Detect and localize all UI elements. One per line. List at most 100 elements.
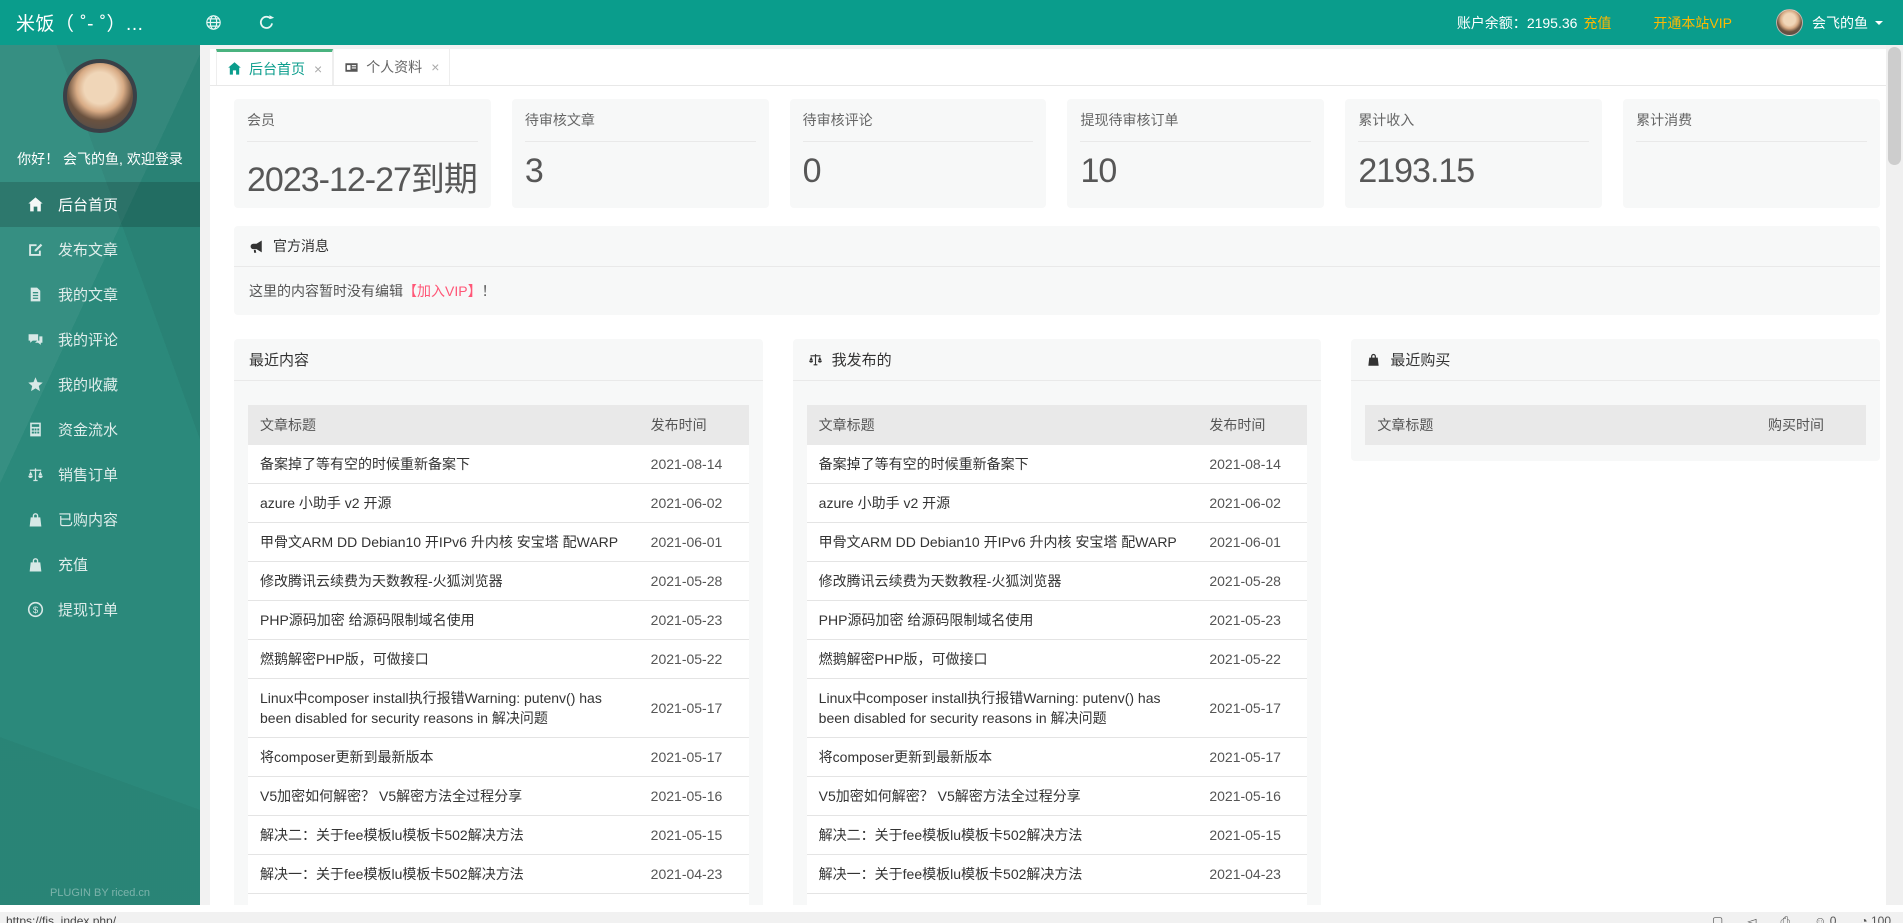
article-date: 2021-05-23 (639, 601, 749, 640)
article-row: PHP源码加密 给源码限制域名使用 2021-05-23 (807, 601, 1308, 640)
article-title-link[interactable]: Linux中composer install执行报错Warning: puten… (807, 679, 1198, 738)
star-icon (27, 376, 44, 393)
sidebar-item-my-comments[interactable]: 我的评论 (0, 317, 200, 362)
article-date: 2021-05-22 (1197, 640, 1307, 679)
sidebar-item-publish-article[interactable]: 发布文章 (0, 227, 200, 272)
article-title-link[interactable]: 解决一：关于fee模板lu模板卡502解决方法 (807, 855, 1198, 894)
article-date: 2021-05-23 (1197, 601, 1307, 640)
sidebar-item-purchased-content[interactable]: 已购内容 (0, 497, 200, 542)
article-date: 2021-05-16 (639, 777, 749, 816)
article-title-link[interactable]: 燃鹅解密PHP版，可做接口 (248, 640, 639, 679)
recent-purchases-panel: 最近购买 文章标题 购买时间 (1351, 339, 1880, 461)
article-row: 将composer更新到最新版本 2021-05-17 (807, 738, 1308, 777)
topbar: 米饭（ ˚- ˚）... 账户余额： 2195.36 充值 开通本站VIP 会飞… (0, 0, 1903, 45)
article-date: 2021-05-17 (1197, 679, 1307, 738)
article-title-link[interactable]: 燃鹅解密PHP版，可做接口 (807, 640, 1198, 679)
article-title-link[interactable]: 修改腾讯云续费为天数教程-火狐浏览器 (807, 562, 1198, 601)
open-vip-link[interactable]: 开通本站VIP (1653, 13, 1732, 33)
article-title-link[interactable]: azure 小助手 v2 开源 (248, 484, 639, 523)
article-date: 2021-05-16 (1197, 777, 1307, 816)
stat-value: 3 (525, 142, 756, 191)
article-date: 2021-06-01 (1197, 523, 1307, 562)
article-title-link[interactable]: Linux中composer install执行报错Warning: puten… (248, 679, 639, 738)
article-row: 解决二：关于fee模板lu模板卡502解决方法 2021-05-15 (807, 816, 1308, 855)
status-bar-strip: https://fis..index.php/ ▢◅⎙☺ 0◔ 100 (0, 912, 1903, 923)
column-header-title: 文章标题 (248, 405, 639, 445)
sidebar-item-my-articles[interactable]: 我的文章 (0, 272, 200, 317)
article-row: 解决二：关于fee模板lu模板卡502解决方法 2021-05-15 (248, 816, 749, 855)
panel-title: 最近购买 (1390, 349, 1450, 370)
plugin-credit: PLUGIN BY riced.cn (0, 887, 200, 899)
article-title-link[interactable]: 解决一：关于fee模板lu模板卡502解决方法 (248, 855, 639, 894)
article-date: 2021-06-01 (639, 523, 749, 562)
article-title-link[interactable]: azure 小助手 v2 开源 (807, 484, 1198, 523)
article-title-link[interactable]: 将composer更新到最新版本 (807, 738, 1198, 777)
notice-text: ！ (482, 283, 496, 299)
recharge-link[interactable]: 充值 (1583, 13, 1611, 33)
profile-block: 你好！ 会飞的鱼, 欢迎登录 (0, 45, 200, 177)
article-title-link[interactable]: 最近琐事比较多没时间上网站会员开始正常更新 (807, 894, 1198, 906)
profile-avatar[interactable] (63, 59, 137, 133)
stat-card-total-spent: 累计消费 (1623, 99, 1880, 208)
article-title-link[interactable]: PHP源码加密 给源码限制域名使用 (248, 601, 639, 640)
username[interactable]: 会飞的鱼 (1812, 13, 1868, 33)
status-icons: ▢◅⎙☺ 0◔ 100 (1712, 914, 1891, 923)
close-icon[interactable]: × (431, 60, 439, 74)
home-icon (227, 61, 242, 76)
article-title-link[interactable]: PHP源码加密 给源码限制域名使用 (807, 601, 1198, 640)
site-logo[interactable]: 米饭（ ˚- ˚）... (16, 9, 143, 36)
column-header-time: 发布时间 (1197, 405, 1307, 445)
sidebar-item-dashboard[interactable]: 后台首页 (0, 182, 200, 227)
article-title-link[interactable]: 最近琐事比较多没时间上网站会员开始正常更新 (248, 894, 639, 906)
globe-icon[interactable] (205, 14, 222, 31)
tab-dashboard[interactable]: 后台首页 × (216, 49, 333, 85)
sidebar-item-recharge[interactable]: 充值 (0, 542, 200, 587)
join-vip-link[interactable]: 【加入VIP】 (403, 283, 482, 299)
bag-icon (27, 511, 44, 528)
sidebar-item-my-favorites[interactable]: 我的收藏 (0, 362, 200, 407)
chevron-down-icon[interactable] (1875, 21, 1883, 29)
article-title-link[interactable]: V5加密如何解密？ V5解密方法全过程分享 (807, 777, 1198, 816)
stat-card-membership: 会员 2023-12-27到期 (234, 99, 491, 208)
scale-icon (808, 352, 823, 367)
close-icon[interactable]: × (314, 62, 322, 76)
article-title-link[interactable]: 备案掉了等有空的时候重新备案下 (807, 445, 1198, 484)
my-published-table: 文章标题 发布时间 备案掉了等有空的时候重新备案下 2021-08-14 (807, 405, 1308, 905)
vertical-scrollbar[interactable] (1886, 45, 1903, 905)
article-row: 甲骨文ARM DD Debian10 开IPv6 升内核 安宝塔 配WARP 2… (248, 523, 749, 562)
article-row: 解决一：关于fee模板lu模板卡502解决方法 2021-04-23 (807, 855, 1308, 894)
sidebar-item-label: 后台首页 (58, 194, 118, 215)
article-title-link[interactable]: 备案掉了等有空的时候重新备案下 (248, 445, 639, 484)
stat-card-pending-comments: 待审核评论 0 (790, 99, 1047, 208)
article-title-link[interactable]: 甲骨文ARM DD Debian10 开IPv6 升内核 安宝塔 配WARP (807, 523, 1198, 562)
article-title-link[interactable]: 甲骨文ARM DD Debian10 开IPv6 升内核 安宝塔 配WARP (248, 523, 639, 562)
edit-icon (27, 241, 44, 258)
article-row: 修改腾讯云续费为天数教程-火狐浏览器 2021-05-28 (807, 562, 1308, 601)
article-title-link[interactable]: 解决二：关于fee模板lu模板卡502解决方法 (807, 816, 1198, 855)
column-header-title: 文章标题 (1365, 405, 1756, 445)
document-icon (27, 286, 44, 303)
stat-label: 提现待审核订单 (1080, 110, 1311, 142)
article-row: 备案掉了等有空的时候重新备案下 2021-08-14 (248, 445, 749, 484)
home-icon (27, 196, 44, 213)
article-date: 2021-06-02 (639, 484, 749, 523)
avatar[interactable] (1776, 9, 1803, 36)
balance-label: 账户余额： (1457, 13, 1527, 33)
refresh-icon[interactable] (258, 14, 275, 31)
recent-purchases-table: 文章标题 购买时间 (1365, 405, 1866, 445)
article-title-link[interactable]: 将composer更新到最新版本 (248, 738, 639, 777)
article-title-link[interactable]: 解决二：关于fee模板lu模板卡502解决方法 (248, 816, 639, 855)
sidebar-item-funds-flow[interactable]: 资金流水 (0, 407, 200, 452)
sidebar-item-withdraw-orders[interactable]: 提现订单 (0, 587, 200, 632)
article-title-link[interactable]: 修改腾讯云续费为天数教程-火狐浏览器 (248, 562, 639, 601)
stat-card-pending-withdrawals: 提现待审核订单 10 (1067, 99, 1324, 208)
sidebar-item-sales-orders[interactable]: 销售订单 (0, 452, 200, 497)
article-row: Linux中composer install执行报错Warning: puten… (248, 679, 749, 738)
recent-content-table: 文章标题 发布时间 备案掉了等有空的时候重新备案下 2021-08-14 (248, 405, 749, 905)
tab-profile[interactable]: 个人资料 × (333, 49, 450, 85)
article-title-link[interactable]: V5加密如何解密？ V5解密方法全过程分享 (248, 777, 639, 816)
scrollbar-thumb[interactable] (1888, 47, 1901, 165)
article-date: 2021-04-23 (639, 855, 749, 894)
idcard-icon (344, 60, 359, 75)
printer-icon: ⎙ (1781, 914, 1791, 923)
